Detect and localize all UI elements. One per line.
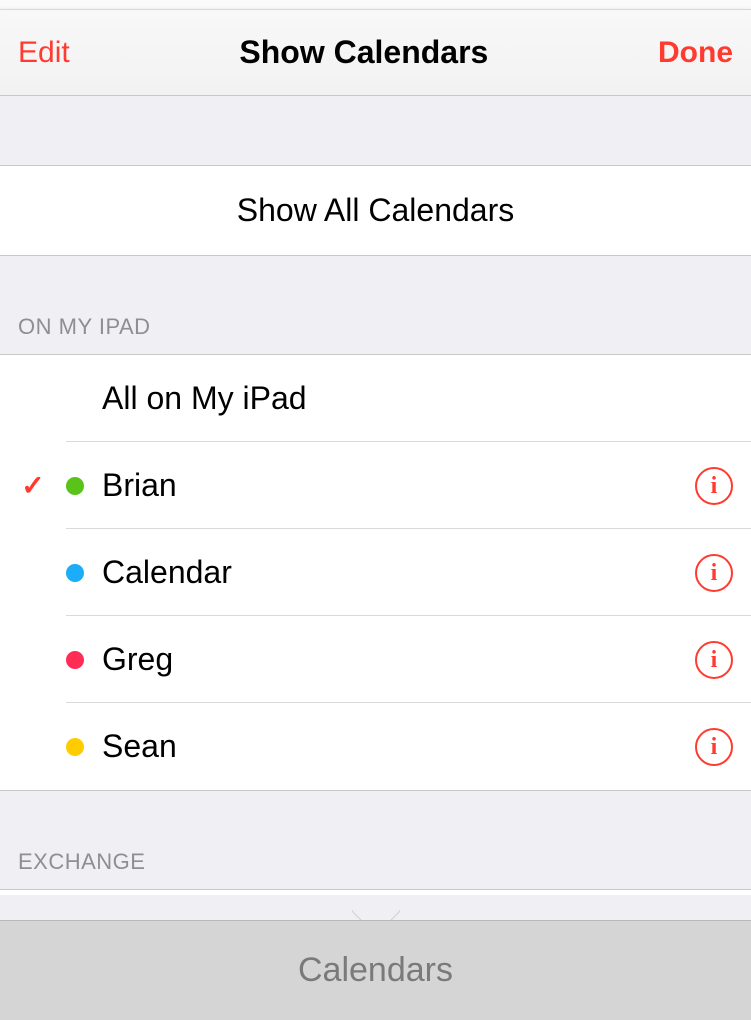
info-icon[interactable]: i [695, 728, 733, 766]
calendar-name-label: Sean [102, 728, 695, 765]
bottom-toolbar: Calendars [0, 920, 751, 1020]
calendar-row-calendar[interactable]: Calendar i [0, 529, 751, 616]
all-on-my-ipad-label: All on My iPad [102, 380, 733, 417]
all-on-my-ipad-row[interactable]: All on My iPad [0, 355, 751, 442]
header-gap [0, 96, 751, 166]
info-icon[interactable]: i [695, 554, 733, 592]
calendar-row-greg[interactable]: Greg i [0, 616, 751, 703]
checkmark-icon: ✓ [21, 469, 44, 502]
check-column: ✓ [0, 469, 66, 502]
calendar-row-sean[interactable]: Sean i [0, 703, 751, 790]
popover-header: Edit Show Calendars Done [0, 10, 751, 96]
show-calendars-popover: Edit Show Calendars Done Show All Calend… [0, 9, 751, 920]
color-dot-icon [66, 738, 84, 756]
section-header-exchange: Exchange [0, 791, 751, 889]
calendar-name-label: Greg [102, 641, 695, 678]
section-header-on-my-ipad: On My iPad [0, 256, 751, 354]
show-all-calendars-button[interactable]: Show All Calendars [0, 166, 751, 256]
color-dot-icon [66, 477, 84, 495]
color-dot-icon [66, 651, 84, 669]
calendar-row-brian[interactable]: ✓ Brian i [0, 442, 751, 529]
edit-button[interactable]: Edit [18, 36, 70, 70]
color-dot-icon [66, 564, 84, 582]
on-my-ipad-list: All on My iPad ✓ Brian i Calendar i Greg [0, 354, 751, 791]
calendar-name-label: Brian [102, 467, 695, 504]
calendars-button[interactable]: Calendars [298, 951, 453, 990]
calendar-name-label: Calendar [102, 554, 695, 591]
info-icon[interactable]: i [695, 467, 733, 505]
done-button[interactable]: Done [658, 36, 733, 70]
info-icon[interactable]: i [695, 641, 733, 679]
exchange-list [0, 889, 751, 895]
popover-title: Show Calendars [239, 34, 488, 71]
